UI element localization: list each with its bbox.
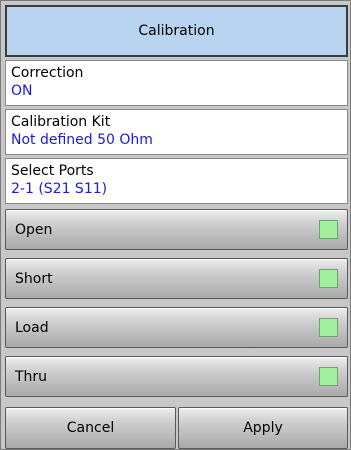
select-ports-field[interactable]: Select Ports 2-1 (S21 S11) xyxy=(5,158,348,204)
load-button-label: Load xyxy=(15,319,49,336)
calibration-kit-field[interactable]: Calibration Kit Not defined 50 Ohm xyxy=(5,109,348,155)
short-status-indicator xyxy=(319,269,338,288)
cancel-button-label: Cancel xyxy=(66,420,115,436)
open-button-label: Open xyxy=(15,221,53,238)
open-status-indicator xyxy=(319,220,338,239)
panel-title: Calibration xyxy=(5,5,348,57)
correction-label: Correction xyxy=(11,65,84,81)
calibration-kit-label: Calibration Kit xyxy=(11,114,111,130)
open-button[interactable]: Open xyxy=(5,209,348,250)
short-button-label: Short xyxy=(15,270,53,287)
load-status-indicator xyxy=(319,318,338,337)
cancel-button[interactable]: Cancel xyxy=(5,407,176,449)
short-button[interactable]: Short xyxy=(5,258,348,299)
correction-field[interactable]: Correction ON xyxy=(5,60,348,106)
thru-status-indicator xyxy=(319,367,338,386)
select-ports-value: 2-1 (S21 S11) xyxy=(11,181,108,197)
apply-button[interactable]: Apply xyxy=(178,407,348,449)
thru-button-label: Thru xyxy=(15,368,48,385)
load-button[interactable]: Load xyxy=(5,307,348,348)
select-ports-label: Select Ports xyxy=(11,163,94,179)
apply-button-label: Apply xyxy=(243,420,283,436)
calibration-kit-value: Not defined 50 Ohm xyxy=(11,132,153,148)
panel-title-text: Calibration xyxy=(138,23,215,39)
thru-button[interactable]: Thru xyxy=(5,356,348,397)
calibration-panel: Calibration Correction ON Calibration Ki… xyxy=(0,0,351,450)
correction-value: ON xyxy=(11,83,33,99)
